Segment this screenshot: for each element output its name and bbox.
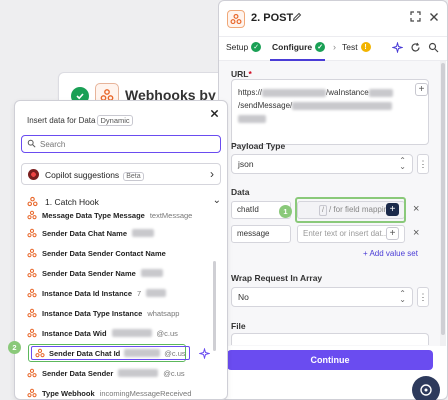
tab-setup[interactable]: Setup ✓ [226,42,262,52]
list-item[interactable]: Sender Data Sender Contact Name [27,244,166,262]
webhook-icon [27,228,37,238]
insert-data-title: Insert data for Data Dynamic [27,115,133,126]
search-icon[interactable] [428,42,439,53]
list-item[interactable]: Instance Data Type Instance whatsapp [27,304,179,322]
list-scrollbar[interactable] [213,261,216,351]
webhook-icon [27,196,38,207]
help-chat-button[interactable] [412,376,440,400]
arrow-right-icon: › [333,42,336,52]
tab-test[interactable]: › Test ! [333,42,371,52]
webhook-icon [27,268,37,278]
search-icon [27,139,36,148]
sparkle-icon[interactable] [392,42,403,53]
webhook-icon [27,328,37,338]
webhook-icon [27,368,37,378]
tab-label: Configure [272,42,313,52]
refresh-icon[interactable] [410,42,421,53]
step-editor-panel: 2. POST Setup ✓ Configure ✓ › Test ! URL… [218,0,448,400]
continue-button[interactable]: Continue [227,350,433,370]
check-circle-icon: ✓ [315,42,326,52]
pencil-icon[interactable] [291,11,303,23]
data-field-list: Message Data Type Message textMessage Sen… [15,209,227,399]
data-key-input[interactable]: message [231,225,291,243]
panel-header: 2. POST [219,1,447,37]
webhook-icon [27,210,37,220]
close-icon[interactable] [210,109,219,118]
add-value-set-link[interactable]: + Add value set [363,249,418,258]
remove-row-icon[interactable]: × [413,227,419,239]
step-1-badge: 1 [279,205,292,218]
step-2-badge: 2 [8,341,21,354]
step-title: 2. POST [251,12,294,24]
wrap-request-label: Wrap Request In Array [231,273,323,283]
url-field[interactable]: https:///waInstance /sendMessage/ [231,79,429,145]
wrap-request-select[interactable]: No ⌃ ⌄ [231,287,413,307]
warning-icon: ! [360,42,371,52]
payload-type-select[interactable]: json ⌃ ⌄ [231,154,413,174]
search-box[interactable] [21,135,221,153]
payload-type-label: Payload Type [231,141,286,151]
highlight-box-1 [295,197,406,223]
insert-data-panel: Insert data for DataDynamic Copilot sugg… [14,100,228,400]
chevron-up-down-icon: ⌃ ⌄ [399,156,406,171]
remove-row-icon[interactable]: × [413,203,419,215]
list-item[interactable]: Message Data Type Message textMessage [27,209,192,221]
more-options-icon[interactable]: ⋮ [417,287,429,307]
data-label: Data [231,187,250,197]
webhook-icon [27,308,37,318]
webhook-icon [35,348,45,358]
list-item[interactable]: Sender Data Sender Name [27,264,163,282]
webhook-icon [227,10,245,28]
list-item[interactable]: Sender Data Chat Name [27,224,155,242]
expand-icon[interactable] [410,11,421,22]
list-item[interactable]: Instance Data Id Instance 7 [27,284,167,302]
tab-label: Test [342,42,358,52]
webhook-icon [27,248,37,258]
copilot-suggestions[interactable]: Copilot suggestions Beta › [21,163,221,185]
list-item-selected[interactable]: Sender Data Chat Id @c.us [28,344,190,362]
tab-configure[interactable]: Configure ✓ [272,42,326,52]
scrollbar-thumb[interactable] [441,63,445,335]
copilot-logo-icon [28,169,39,180]
chevron-right-icon: › [210,167,214,181]
list-item[interactable]: Type Webhook incomingMessageReceived [27,384,191,399]
list-item[interactable]: Sender Data Sender @c.us [27,364,185,382]
step-tabs: Setup ✓ Configure ✓ › Test ! [219,37,447,61]
search-input[interactable] [40,138,210,150]
insert-data-button[interactable]: + [415,83,428,96]
more-options-icon[interactable]: ⋮ [417,154,429,174]
check-circle-icon: ✓ [251,42,262,52]
chevron-up-down-icon: ⌃ ⌄ [399,289,406,304]
close-icon[interactable] [429,11,439,22]
file-label: File [231,321,246,331]
beta-badge: Beta [123,172,144,181]
tab-label: Setup [226,42,249,52]
dynamic-badge[interactable]: Dynamic [97,115,133,126]
webhook-icon [27,388,37,398]
sparkle-icon[interactable] [199,348,210,359]
insert-data-button[interactable]: + [386,227,399,240]
file-field[interactable] [231,333,429,345]
chevron-down-icon: ⌄ [212,195,221,206]
list-item[interactable]: Instance Data Wid @c.us [27,324,178,342]
url-label: URL* [231,69,252,79]
webhook-icon [27,288,37,298]
